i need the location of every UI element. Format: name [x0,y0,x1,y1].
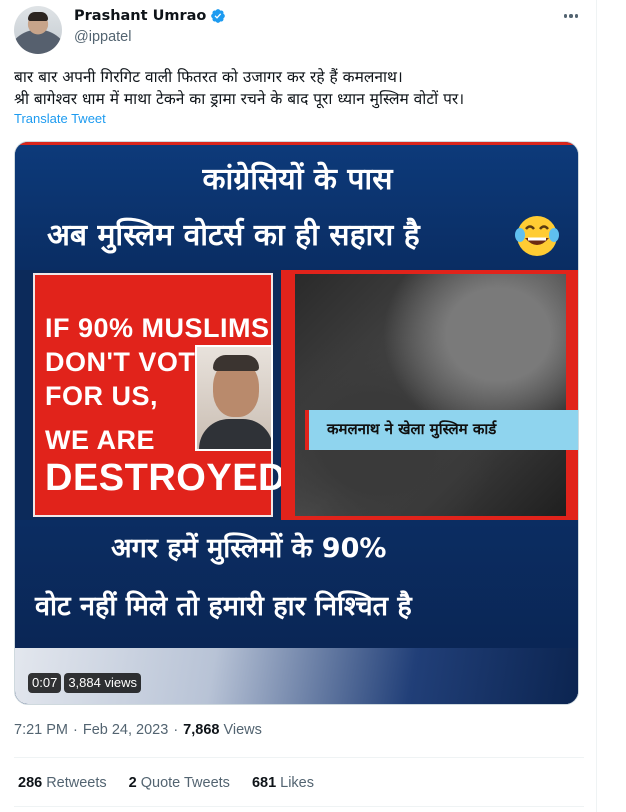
avatar-hair [28,12,48,21]
retweets-count: 286 [18,775,43,791]
video-clip-frame [281,270,578,520]
tweet-stats: 286 Retweets 2 Quote Tweets 681 Likes [18,775,314,791]
column-border [596,0,597,812]
video-headline-line: कांग्रेसियों के पास [202,162,393,197]
author-name-row: Prashant Umrao [74,8,226,24]
news-ticker: कमलनाथ ने खेला मुस्लिम कार्ड [305,410,578,450]
author-display-name[interactable]: Prashant Umrao [74,8,206,24]
likes-count: 681 [251,775,277,791]
quote-tweets-count: 2 [128,775,137,791]
divider [14,806,584,807]
tweet-meta: 7:21 PM · Feb 24, 2023 · 7,868 Views [14,722,262,738]
meta-separator: · [173,722,179,738]
retweets-stat[interactable]: 286 Retweets [18,775,107,791]
tweet-views-label: Views [223,722,262,738]
quote-card: IF 90% MUSLIMS DON'T VOTE FOR US, WE ARE… [33,273,285,517]
divider [14,757,584,758]
video-caption-line: अगर हमें मुस्लिमों के 90% [111,533,387,564]
avatar[interactable] [14,6,62,54]
likes-label: Likes [280,775,314,791]
meta-separator: · [73,722,78,738]
tweet-view-count-group: 7,868 Views [183,722,262,738]
quote-line: IF 90% MUSLIMS [45,313,270,343]
news-ticker-text: कमलनाथ ने खेला मुस्लिम कार्ड [327,420,497,438]
video-info-badge: 0:07 3,884 views [28,673,141,693]
video-headline-line: अब मुस्लिम वोटर्स का ही सहारा है [47,218,420,253]
quote-tweets-stat[interactable]: 2 Quote Tweets [129,775,230,791]
tweet-view-count: 7,868 [183,722,220,738]
video-duration: 0:07 [28,673,62,693]
video-caption-line: वोट नहीं मिले तो हमारी हार निश्चित है [35,591,412,622]
tweet: Prashant Umrao @ippatel बार बार अपनी गिर… [0,0,596,812]
video-middle-panel: IF 90% MUSLIMS DON'T VOTE FOR US, WE ARE… [15,270,578,520]
translate-tweet-link[interactable]: Translate Tweet [14,111,106,126]
likes-stat[interactable]: 681 Likes [252,775,314,791]
author-handle[interactable]: @ippatel [74,29,131,45]
video-headline-banner: कांग्रेसियों के पास अब मुस्लिम वोटर्स का… [15,142,578,270]
verified-badge-icon [211,9,226,23]
retweets-label: Retweets [46,775,107,791]
quote-line: DESTROYED [45,457,286,499]
laughing-emoji-icon [515,216,559,256]
video-player[interactable]: कांग्रेसियों के पास अब मुस्लिम वोटर्स का… [14,141,579,705]
tweet-time[interactable]: 7:21 PM [14,722,68,738]
politician-photo [195,345,273,451]
tweet-date[interactable]: Feb 24, 2023 [83,722,168,738]
quote-tweets-label: Quote Tweets [140,775,230,791]
video-clip [295,274,566,516]
tweet-text-line: बार बार अपनी गिरगिट वाली फितरत को उजागर … [14,68,403,86]
more-options-icon[interactable] [561,6,581,26]
video-views: 3,884 views [64,673,141,693]
tweet-text: बार बार अपनी गिरगिट वाली फितरत को उजागर … [14,66,584,110]
tweet-text-line: श्री बागेश्वर धाम में माथा टेकने का ड्रा… [14,90,465,108]
